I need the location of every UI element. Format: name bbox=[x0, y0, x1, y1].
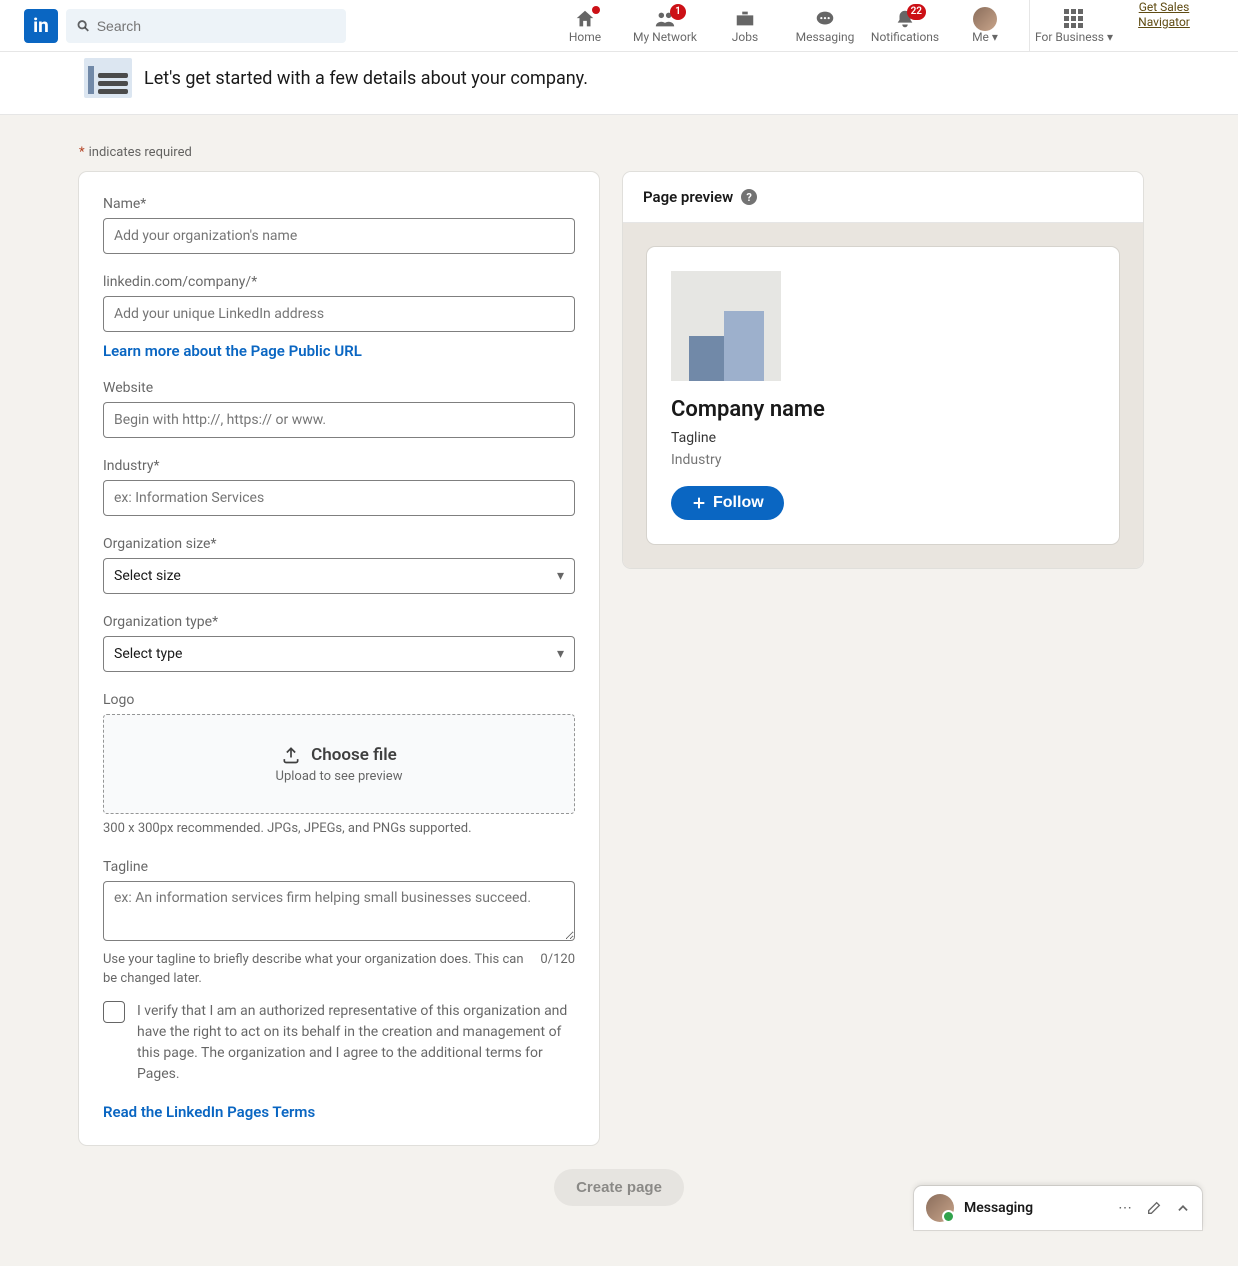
preview-industry: Industry bbox=[671, 452, 1095, 468]
nav-home-label: Home bbox=[569, 30, 601, 44]
top-nav: in Home 1 My Network Jobs bbox=[0, 0, 1238, 52]
messaging-bar[interactable]: Messaging ⋯ bbox=[914, 1186, 1202, 1230]
home-badge bbox=[592, 6, 600, 14]
verify-checkbox[interactable] bbox=[103, 1001, 125, 1023]
tagline-input[interactable] bbox=[103, 881, 575, 941]
nav-business-label: For Business ▾ bbox=[1035, 30, 1113, 44]
size-value: Select size bbox=[114, 568, 181, 584]
briefcase-icon bbox=[734, 8, 756, 30]
nav-network[interactable]: 1 My Network bbox=[625, 0, 705, 52]
url-label: linkedin.com/company/* bbox=[103, 274, 575, 290]
compose-icon[interactable] bbox=[1146, 1200, 1162, 1216]
preview-tagline: Tagline bbox=[671, 430, 1095, 446]
nav-divider bbox=[1029, 0, 1030, 52]
sales-navigator-link[interactable]: Get Sales Navigator bbox=[1114, 0, 1214, 52]
nav-me-label: Me ▾ bbox=[972, 30, 998, 44]
nav-jobs-label: Jobs bbox=[732, 30, 758, 44]
plus-icon bbox=[691, 495, 707, 511]
preview-card: Page preview ? Company name Tagline Indu… bbox=[623, 172, 1143, 568]
logo-choose-text: Choose file bbox=[311, 745, 397, 765]
more-icon[interactable]: ⋯ bbox=[1118, 1200, 1132, 1216]
required-indicator: *indicates required bbox=[79, 145, 1159, 160]
website-input[interactable] bbox=[103, 402, 575, 438]
url-input[interactable] bbox=[103, 296, 575, 332]
page-heading: Let's get started with a few details abo… bbox=[144, 68, 588, 89]
follow-label: Follow bbox=[713, 494, 764, 512]
search-icon bbox=[76, 18, 91, 34]
messaging-label: Messaging bbox=[964, 1200, 1108, 1216]
verify-text: I verify that I am an authorized represe… bbox=[137, 1001, 575, 1085]
company-logo-placeholder bbox=[671, 271, 781, 381]
nav-notifications-label: Notifications bbox=[871, 30, 939, 44]
chevron-down-icon: ▾ bbox=[557, 568, 564, 584]
preview-title: Page preview bbox=[643, 188, 733, 206]
avatar-icon bbox=[926, 1194, 954, 1222]
type-label: Organization type* bbox=[103, 614, 575, 630]
website-label: Website bbox=[103, 380, 575, 396]
type-select[interactable]: Select type ▾ bbox=[103, 636, 575, 672]
pages-terms-link[interactable]: Read the LinkedIn Pages Terms bbox=[103, 1103, 315, 1121]
chevron-down-icon: ▾ bbox=[557, 646, 564, 662]
logo-upload[interactable]: Choose file Upload to see preview bbox=[103, 714, 575, 814]
industry-input[interactable] bbox=[103, 480, 575, 516]
tagline-hint: Use your tagline to briefly describe wha… bbox=[103, 951, 524, 989]
size-label: Organization size* bbox=[103, 536, 575, 552]
grid-icon bbox=[1064, 9, 1084, 29]
nav-jobs[interactable]: Jobs bbox=[705, 0, 785, 52]
nav-me[interactable]: Me ▾ bbox=[945, 0, 1025, 52]
tagline-counter: 0/120 bbox=[540, 951, 575, 989]
notifications-badge: 22 bbox=[907, 4, 926, 20]
chevron-up-icon[interactable] bbox=[1176, 1201, 1190, 1215]
nav-business[interactable]: For Business ▾ bbox=[1034, 0, 1114, 52]
chat-icon bbox=[814, 8, 836, 30]
form-card: Name* linkedin.com/company/* Learn more … bbox=[79, 172, 599, 1145]
tagline-label: Tagline bbox=[103, 859, 575, 875]
nav-network-label: My Network bbox=[633, 30, 697, 44]
nav-home[interactable]: Home bbox=[545, 0, 625, 52]
nav-notifications[interactable]: 22 Notifications bbox=[865, 0, 945, 52]
name-input[interactable] bbox=[103, 218, 575, 254]
logo-hint: 300 x 300px recommended. JPGs, JPEGs, an… bbox=[103, 820, 575, 839]
network-badge: 1 bbox=[670, 4, 686, 20]
nav-messaging-label: Messaging bbox=[796, 30, 855, 44]
nav-messaging[interactable]: Messaging bbox=[785, 0, 865, 52]
create-page-button[interactable]: Create page bbox=[554, 1169, 684, 1206]
upload-icon bbox=[281, 745, 301, 765]
name-label: Name* bbox=[103, 196, 575, 212]
logo-label: Logo bbox=[103, 692, 575, 708]
type-value: Select type bbox=[114, 646, 182, 662]
linkedin-logo[interactable]: in bbox=[24, 9, 58, 43]
search-box[interactable] bbox=[66, 9, 346, 43]
avatar-icon bbox=[973, 7, 997, 31]
preview-company-name: Company name bbox=[671, 397, 1095, 422]
url-help-link[interactable]: Learn more about the Page Public URL bbox=[103, 342, 362, 360]
subheader: Let's get started with a few details abo… bbox=[0, 52, 1238, 115]
follow-button[interactable]: Follow bbox=[671, 486, 784, 520]
logo-hint-inline: Upload to see preview bbox=[276, 769, 403, 784]
industry-label: Industry* bbox=[103, 458, 575, 474]
help-icon[interactable]: ? bbox=[741, 189, 757, 205]
search-input[interactable] bbox=[97, 18, 336, 34]
subheader-thumb bbox=[84, 58, 132, 98]
size-select[interactable]: Select size ▾ bbox=[103, 558, 575, 594]
